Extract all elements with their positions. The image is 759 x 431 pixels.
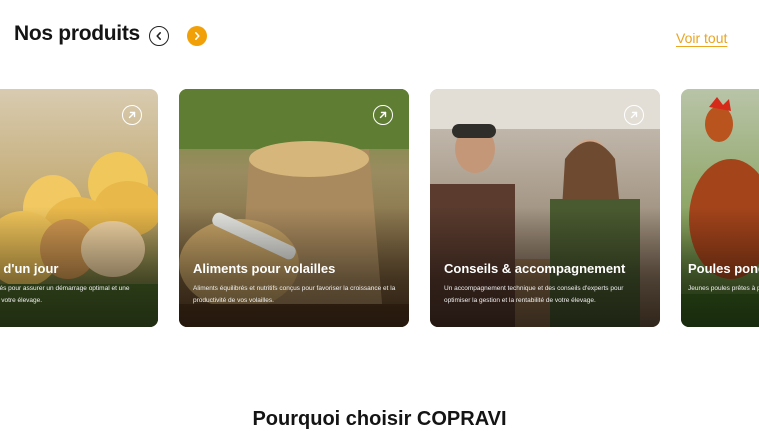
- product-card-advice[interactable]: Conseils & accompagnement Un accompagnem…: [430, 89, 660, 327]
- arrow-up-right-icon: [379, 111, 387, 119]
- card-description: Aliments équilibrés et nutritifs conçus …: [193, 285, 396, 304]
- card-title: Aliments pour volailles: [193, 261, 336, 276]
- carousel-next-button[interactable]: [187, 26, 207, 46]
- card-open-button[interactable]: [373, 105, 393, 125]
- card-title: Poussins d'un jour: [0, 261, 59, 276]
- see-all-link[interactable]: Voir tout: [676, 30, 727, 46]
- card-title: Conseils & accompagnement: [444, 261, 626, 276]
- product-carousel: Poussins d'un jour Poussins sélectionnés…: [0, 89, 759, 327]
- why-choose-heading: Pourquoi choisir COPRAVI: [252, 408, 507, 430]
- section-heading-products: Nos produits: [14, 22, 140, 45]
- card-title: Poules pondeuses: [688, 261, 759, 276]
- arrow-up-right-icon: [128, 111, 136, 119]
- card-description: Jeunes poules prêtes à pondre pour une p…: [688, 285, 759, 292]
- carousel-prev-button[interactable]: [149, 26, 169, 46]
- chevron-left-icon: [156, 31, 161, 40]
- card-description: Un accompagnement technique et des conse…: [444, 285, 624, 304]
- chevron-right-icon: [194, 31, 200, 40]
- card-description: Poussins sélectionnés pour assurer un dé…: [0, 285, 130, 304]
- product-card-hens[interactable]: Poules pondeuses Jeunes poules prêtes à …: [681, 89, 759, 327]
- product-card-feed[interactable]: Aliments pour volailles Aliments équilib…: [179, 89, 409, 327]
- product-card-chicks[interactable]: Poussins d'un jour Poussins sélectionnés…: [0, 89, 158, 327]
- arrow-up-right-icon: [630, 111, 638, 119]
- card-open-button[interactable]: [624, 105, 644, 125]
- card-open-button[interactable]: [122, 105, 142, 125]
